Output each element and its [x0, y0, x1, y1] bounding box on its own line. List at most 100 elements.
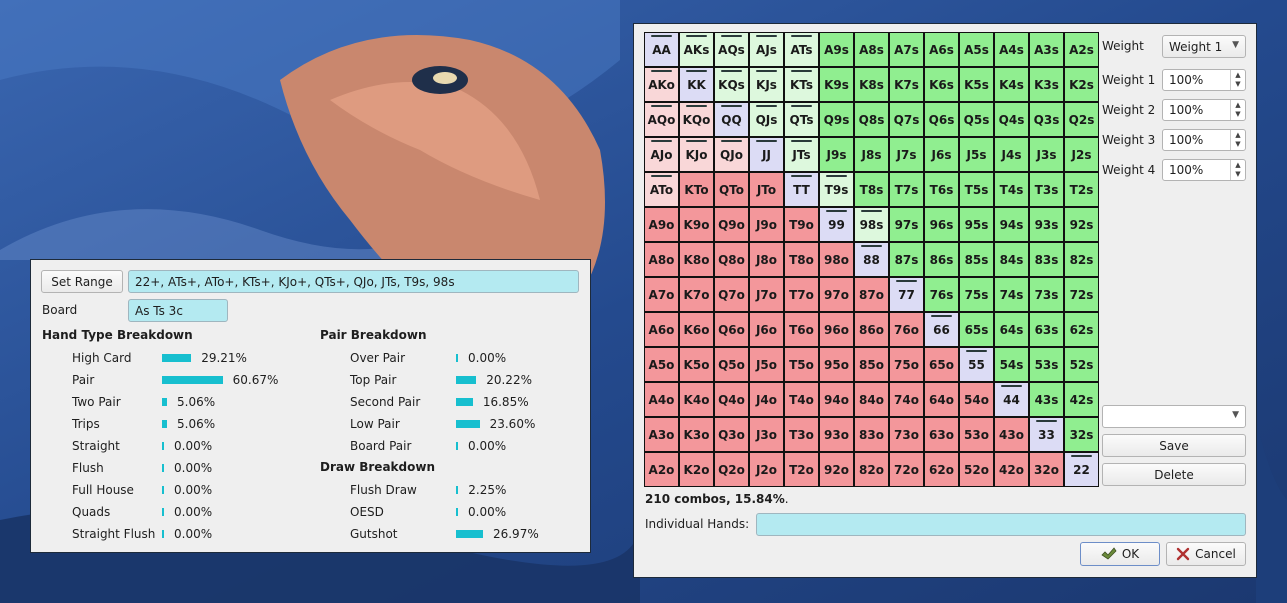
hand-cell[interactable]: 66: [924, 312, 959, 347]
hand-cell[interactable]: 98o: [819, 242, 854, 277]
hand-cell[interactable]: K2s: [1064, 67, 1099, 102]
hand-cell[interactable]: ATs: [784, 32, 819, 67]
hand-cell[interactable]: J7s: [889, 137, 924, 172]
hand-cell[interactable]: 95s: [959, 207, 994, 242]
hand-cell[interactable]: T7o: [784, 277, 819, 312]
hand-cell[interactable]: AA: [644, 32, 679, 67]
hand-cell[interactable]: K6o: [679, 312, 714, 347]
hand-cell[interactable]: A9s: [819, 32, 854, 67]
hand-cell[interactable]: AJs: [749, 32, 784, 67]
hand-cell[interactable]: K7s: [889, 67, 924, 102]
hand-cell[interactable]: 87s: [889, 242, 924, 277]
hand-cell[interactable]: 96s: [924, 207, 959, 242]
hand-cell[interactable]: 43s: [1029, 382, 1064, 417]
hand-cell[interactable]: K6s: [924, 67, 959, 102]
hand-cell[interactable]: J8s: [854, 137, 889, 172]
hand-cell[interactable]: Q9s: [819, 102, 854, 137]
hand-cell[interactable]: J9s: [819, 137, 854, 172]
hand-cell[interactable]: 43o: [994, 417, 1029, 452]
hand-cell[interactable]: 55: [959, 347, 994, 382]
hand-cell[interactable]: T9o: [784, 207, 819, 242]
hand-cell[interactable]: A6s: [924, 32, 959, 67]
hand-cell[interactable]: Q3o: [714, 417, 749, 452]
hand-cell[interactable]: Q6o: [714, 312, 749, 347]
hand-cell[interactable]: 84o: [854, 382, 889, 417]
hand-cell[interactable]: J2s: [1064, 137, 1099, 172]
hand-cell[interactable]: A9o: [644, 207, 679, 242]
hand-cell[interactable]: A3s: [1029, 32, 1064, 67]
hand-cell[interactable]: Q4o: [714, 382, 749, 417]
hand-cell[interactable]: AKs: [679, 32, 714, 67]
hand-cell[interactable]: 83o: [854, 417, 889, 452]
hand-cell[interactable]: A7s: [889, 32, 924, 67]
hand-cell[interactable]: 63s: [1029, 312, 1064, 347]
hand-cell[interactable]: 62o: [924, 452, 959, 487]
hand-cell[interactable]: 97o: [819, 277, 854, 312]
hand-cell[interactable]: Q9o: [714, 207, 749, 242]
hand-cell[interactable]: 65o: [924, 347, 959, 382]
hand-cell[interactable]: KK: [679, 67, 714, 102]
hand-matrix-grid[interactable]: AA AKs AQs AJs ATs A9s A8s A7s A6s A5s A4s A3s A2s AK…: [644, 32, 1099, 487]
preset-select[interactable]: ▼: [1102, 405, 1246, 428]
hand-cell[interactable]: KJs: [749, 67, 784, 102]
hand-cell[interactable]: Q2o: [714, 452, 749, 487]
hand-cell[interactable]: T2o: [784, 452, 819, 487]
hand-cell[interactable]: T4s: [994, 172, 1029, 207]
hand-cell[interactable]: 64o: [924, 382, 959, 417]
hand-cell[interactable]: AQs: [714, 32, 749, 67]
hand-cell[interactable]: K9s: [819, 67, 854, 102]
hand-cell[interactable]: 94s: [994, 207, 1029, 242]
board-input[interactable]: As Ts 3c: [128, 299, 228, 322]
hand-cell[interactable]: 85o: [854, 347, 889, 382]
hand-cell[interactable]: 65s: [959, 312, 994, 347]
hand-cell[interactable]: K9o: [679, 207, 714, 242]
hand-cell[interactable]: K8s: [854, 67, 889, 102]
hand-cell[interactable]: Q7s: [889, 102, 924, 137]
hand-cell[interactable]: J5o: [749, 347, 784, 382]
hand-cell[interactable]: 86s: [924, 242, 959, 277]
delete-button[interactable]: Delete: [1102, 463, 1246, 486]
hand-cell[interactable]: Q2s: [1064, 102, 1099, 137]
hand-cell[interactable]: KJo: [679, 137, 714, 172]
hand-cell[interactable]: A3o: [644, 417, 679, 452]
hand-cell[interactable]: 42s: [1064, 382, 1099, 417]
hand-cell[interactable]: 76s: [924, 277, 959, 312]
hand-cell[interactable]: 72s: [1064, 277, 1099, 312]
hand-cell[interactable]: 74o: [889, 382, 924, 417]
weight-select[interactable]: Weight 1 ▼: [1162, 35, 1246, 58]
hand-cell[interactable]: J4o: [749, 382, 784, 417]
hand-cell[interactable]: J8o: [749, 242, 784, 277]
hand-cell[interactable]: 52s: [1064, 347, 1099, 382]
hand-cell[interactable]: 54s: [994, 347, 1029, 382]
hand-cell[interactable]: JJ: [749, 137, 784, 172]
hand-cell[interactable]: A6o: [644, 312, 679, 347]
hand-cell[interactable]: 54o: [959, 382, 994, 417]
hand-cell[interactable]: 94o: [819, 382, 854, 417]
hand-cell[interactable]: T7s: [889, 172, 924, 207]
weight-spinbox[interactable]: 100% ▲ ▼: [1162, 159, 1246, 181]
hand-cell[interactable]: 88: [854, 242, 889, 277]
hand-cell[interactable]: Q7o: [714, 277, 749, 312]
hand-cell[interactable]: K5o: [679, 347, 714, 382]
hand-cell[interactable]: QTs: [784, 102, 819, 137]
hand-cell[interactable]: AKo: [644, 67, 679, 102]
hand-cell[interactable]: K8o: [679, 242, 714, 277]
hand-cell[interactable]: 73o: [889, 417, 924, 452]
hand-cell[interactable]: AJo: [644, 137, 679, 172]
ok-button[interactable]: OK: [1080, 542, 1160, 566]
hand-cell[interactable]: JTs: [784, 137, 819, 172]
hand-cell[interactable]: 22: [1064, 452, 1099, 487]
hand-cell[interactable]: Q5s: [959, 102, 994, 137]
hand-cell[interactable]: T2s: [1064, 172, 1099, 207]
hand-cell[interactable]: 42o: [994, 452, 1029, 487]
hand-cell[interactable]: A4o: [644, 382, 679, 417]
hand-cell[interactable]: 93o: [819, 417, 854, 452]
hand-cell[interactable]: 53s: [1029, 347, 1064, 382]
hand-cell[interactable]: T9s: [819, 172, 854, 207]
hand-cell[interactable]: T4o: [784, 382, 819, 417]
hand-cell[interactable]: 63o: [924, 417, 959, 452]
hand-cell[interactable]: QJs: [749, 102, 784, 137]
hand-cell[interactable]: T5s: [959, 172, 994, 207]
hand-cell[interactable]: 98s: [854, 207, 889, 242]
hand-cell[interactable]: Q3s: [1029, 102, 1064, 137]
